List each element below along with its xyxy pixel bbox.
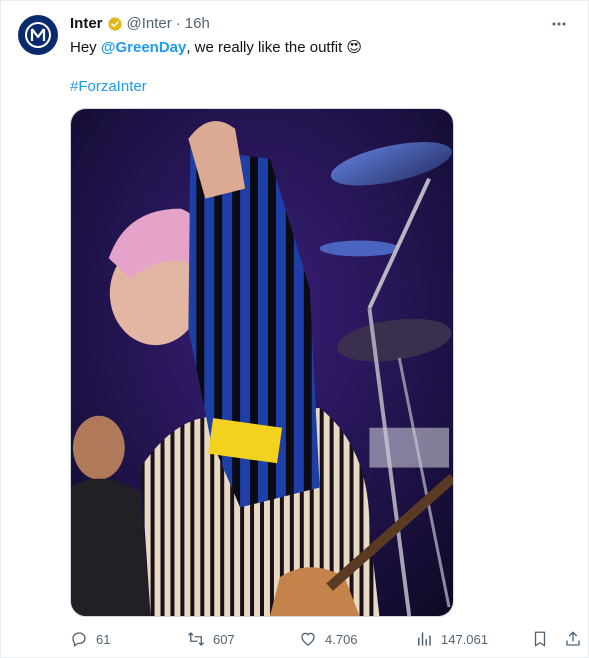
like-count: 4.706 bbox=[325, 631, 358, 647]
action-bar: 61 607 4.706 147.061 bbox=[1, 627, 589, 655]
bookmark-button[interactable] bbox=[531, 630, 549, 648]
bookmark-icon bbox=[534, 631, 546, 647]
author-name[interactable]: Inter bbox=[70, 15, 103, 32]
tweet-card[interactable]: Inter @Inter · 16h Hey @GreenDay, we rea… bbox=[0, 0, 589, 658]
retweet-button[interactable]: 607 bbox=[187, 630, 235, 648]
reply-button[interactable]: 61 bbox=[70, 630, 110, 648]
tweet-text: Hey @GreenDay, we really like the outfit… bbox=[70, 38, 362, 58]
views-button[interactable]: 147.061 bbox=[415, 630, 488, 648]
tweet-header: Inter @Inter · 16h bbox=[70, 15, 210, 32]
mention-link[interactable]: @GreenDay bbox=[101, 39, 187, 56]
separator-dot: · bbox=[175, 15, 181, 32]
tweet-text-start: Hey bbox=[70, 39, 101, 56]
retweet-icon bbox=[188, 632, 204, 646]
reply-icon bbox=[72, 632, 86, 648]
tweet-text-end: , we really like the outfit bbox=[186, 39, 347, 56]
timestamp[interactable]: 16h bbox=[185, 15, 210, 32]
heart-eyes-emoji: 😍 bbox=[346, 39, 363, 56]
reply-count: 61 bbox=[96, 631, 111, 647]
share-icon bbox=[566, 631, 580, 646]
share-button[interactable] bbox=[564, 630, 582, 648]
author-handle[interactable]: @Inter bbox=[127, 15, 172, 32]
hashtag-link[interactable]: #ForzaInter bbox=[70, 78, 147, 95]
heart-icon bbox=[301, 632, 315, 646]
retweet-count: 607 bbox=[213, 631, 235, 647]
views-chart-icon bbox=[418, 632, 431, 646]
tweet-photo[interactable] bbox=[70, 108, 454, 617]
like-button[interactable]: 4.706 bbox=[299, 630, 358, 648]
views-count: 147.061 bbox=[441, 631, 488, 647]
inter-logo-icon[interactable] bbox=[18, 15, 58, 55]
more-options-icon[interactable] bbox=[548, 13, 570, 35]
verified-badge-icon bbox=[107, 16, 123, 32]
